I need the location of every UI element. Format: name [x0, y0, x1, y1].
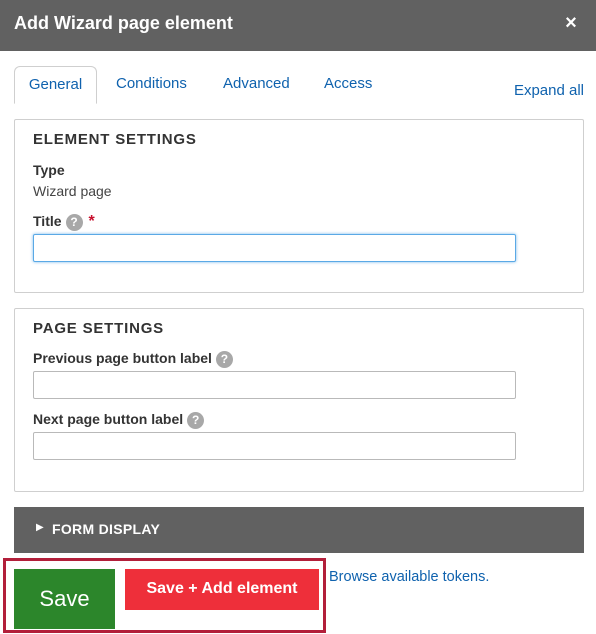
element-settings-heading: ELEMENT SETTINGS — [33, 131, 197, 148]
next-page-button-input[interactable] — [33, 432, 516, 460]
save-add-element-button[interactable]: Save + Add element — [125, 569, 319, 610]
help-icon[interactable]: ? — [65, 213, 83, 231]
save-button[interactable]: Save — [14, 569, 115, 629]
tab-bar: General Conditions Advanced Access — [14, 66, 584, 104]
expand-all-link[interactable]: Expand all — [514, 82, 584, 99]
title-input[interactable] — [33, 234, 516, 262]
close-icon[interactable]: × — [560, 10, 582, 36]
help-icon[interactable]: ? — [215, 350, 233, 368]
page-settings-fieldset: PAGE SETTINGS Previous page button label… — [14, 308, 584, 492]
prev-label-row: Previous page button label? — [33, 350, 233, 368]
dialog-title: Add Wizard page element — [14, 13, 233, 33]
help-icon[interactable]: ? — [187, 411, 205, 429]
dialog-titlebar: Add Wizard page element × — [0, 0, 596, 51]
form-display-toggle[interactable]: ▶ FORM DISPLAY — [14, 507, 584, 553]
title-label: Title — [33, 213, 62, 229]
type-label: Type — [33, 162, 65, 178]
triangle-right-icon: ▶ — [36, 522, 44, 533]
browse-tokens-link[interactable]: Browse available tokens. — [329, 569, 489, 585]
tab-conditions[interactable]: Conditions — [116, 66, 187, 104]
title-label-row: Title? * — [33, 213, 95, 231]
element-settings-fieldset: ELEMENT SETTINGS Type Wizard page Title?… — [14, 119, 584, 293]
previous-page-button-input[interactable] — [33, 371, 516, 399]
type-value: Wizard page — [33, 183, 112, 199]
tab-general[interactable]: General — [14, 66, 97, 104]
required-marker: * — [88, 213, 95, 230]
tab-advanced[interactable]: Advanced — [223, 66, 290, 104]
form-display-label: FORM DISPLAY — [52, 521, 161, 537]
next-page-button-label: Next page button label — [33, 411, 184, 427]
previous-page-button-label: Previous page button label — [33, 350, 212, 366]
next-label-row: Next page button label? — [33, 411, 205, 429]
tab-access[interactable]: Access — [324, 66, 372, 104]
page-settings-heading: PAGE SETTINGS — [33, 320, 164, 337]
